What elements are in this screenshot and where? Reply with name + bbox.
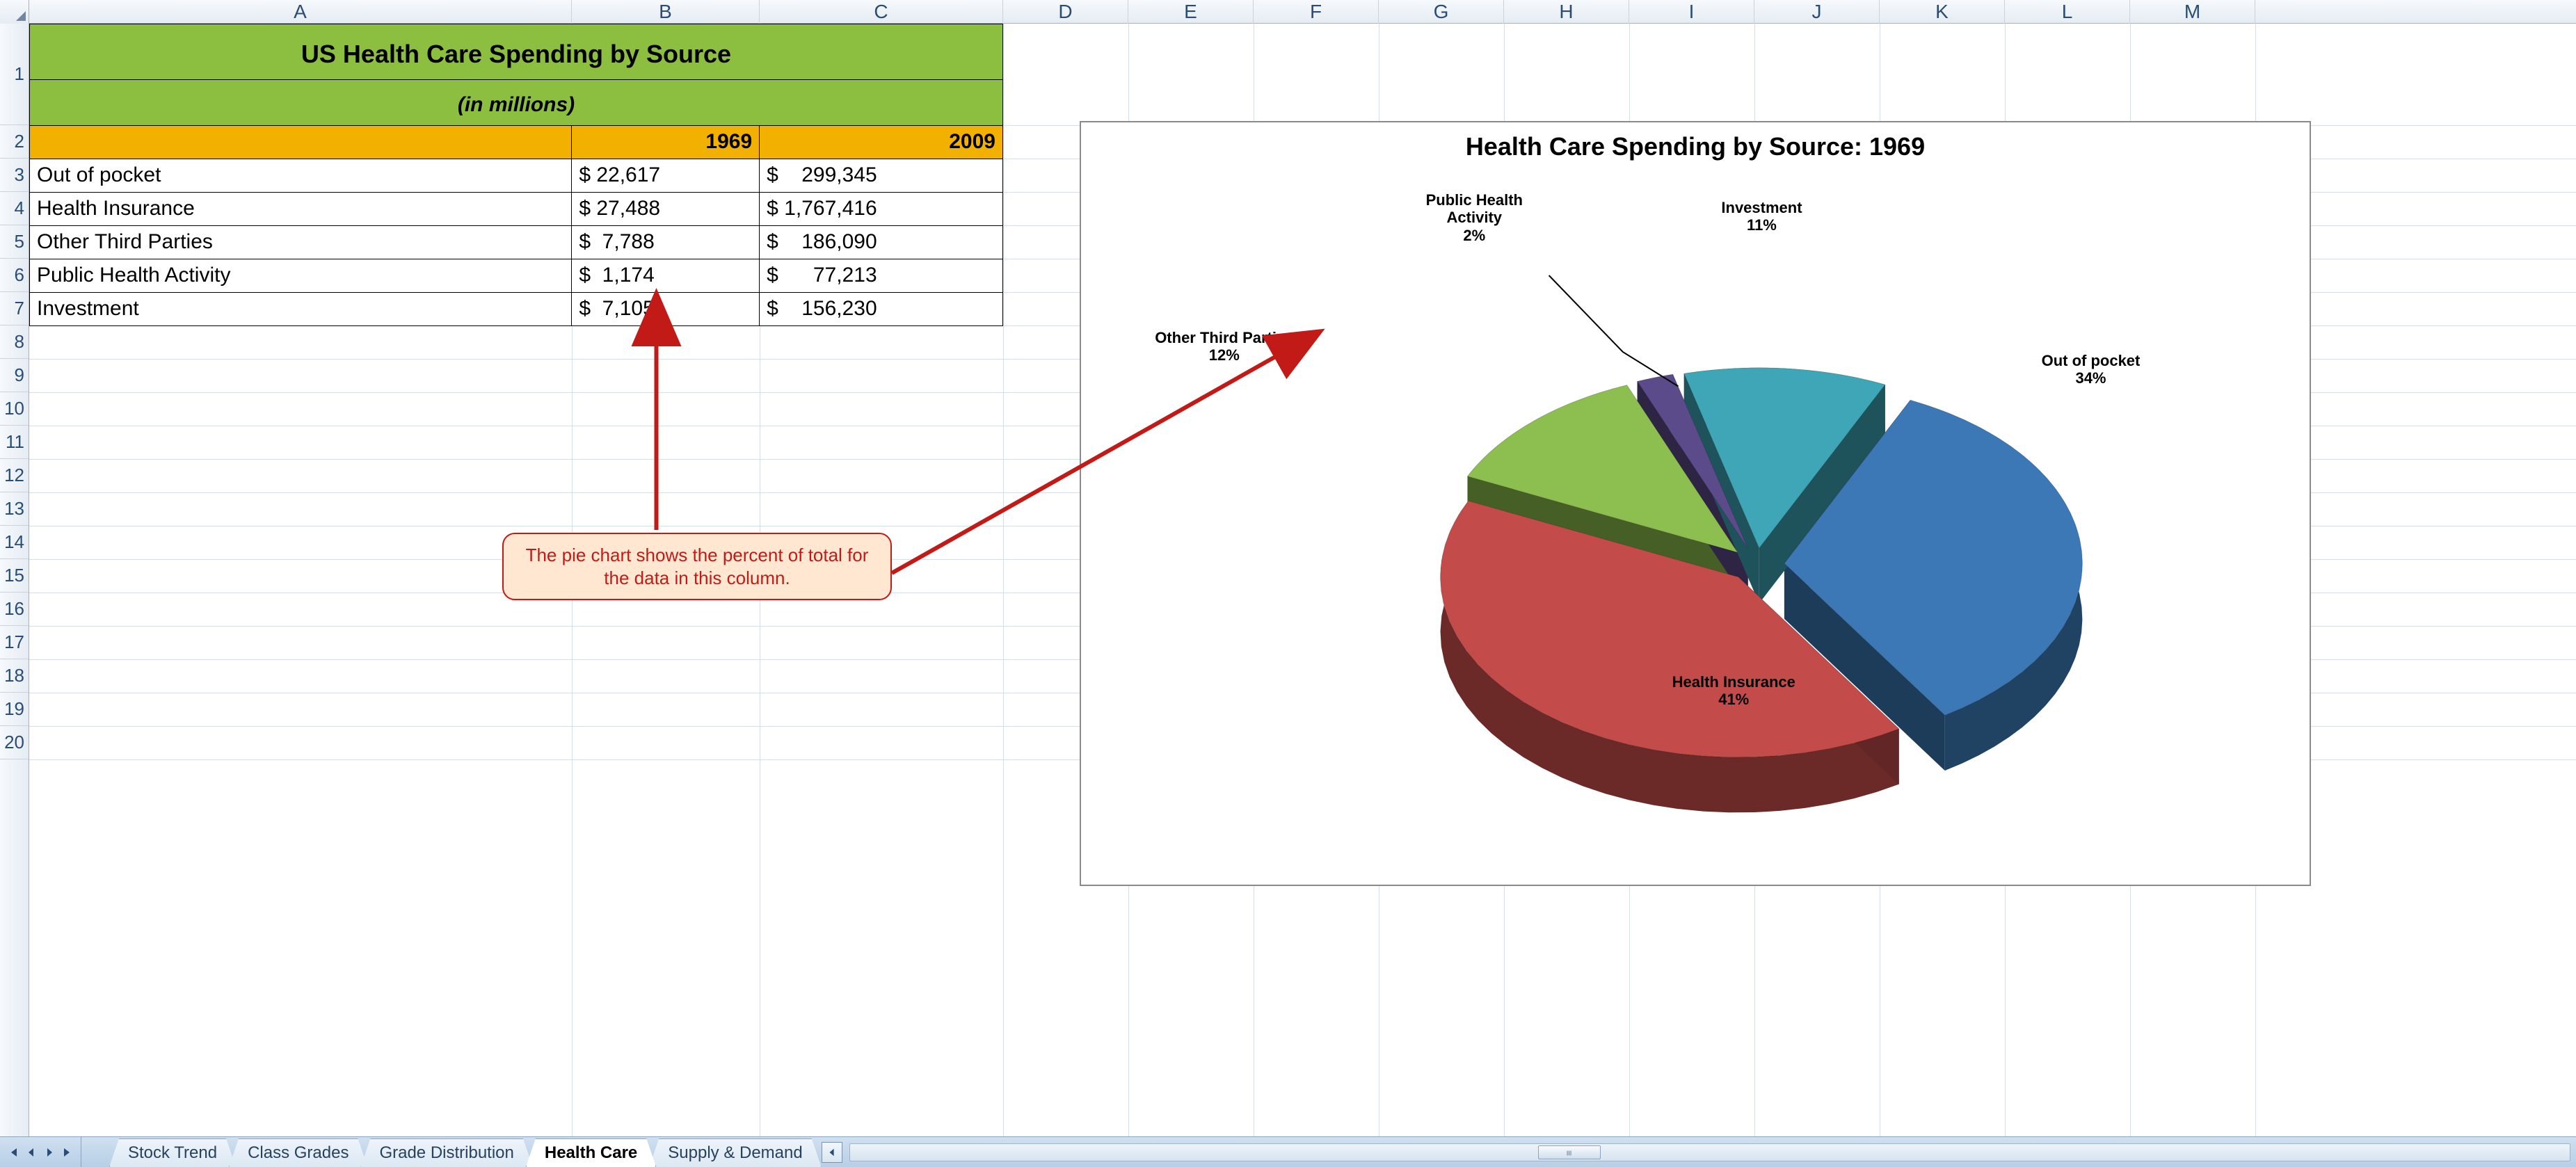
row-header-12[interactable]: 12 <box>0 459 29 492</box>
sheet-nav-buttons <box>0 1137 81 1167</box>
row-header-9[interactable]: 9 <box>0 359 29 392</box>
row-header-7[interactable]: 7 <box>0 292 29 325</box>
slice-label-other-third-parties: Other Third Parties 12% <box>1155 329 1293 364</box>
slice-label-health-insurance: Health Insurance 41% <box>1672 673 1795 709</box>
row-header-14[interactable]: 14 <box>0 526 29 559</box>
sheet-tab-health-care[interactable]: Health Care <box>526 1138 656 1167</box>
row-value-2009: $ 156,230 <box>760 292 1003 325</box>
column-header-G[interactable]: G <box>1379 0 1504 24</box>
table-row[interactable]: Out of pocket$ 22,617$ 299,345 <box>30 159 1003 192</box>
table-row[interactable]: Other Third Parties$ 7,788$ 186,090 <box>30 225 1003 259</box>
row-header-13[interactable]: 13 <box>0 492 29 526</box>
header-blank <box>30 125 572 159</box>
horizontal-scrollbar[interactable] <box>849 1143 2570 1161</box>
header-year-1: 1969 <box>572 125 760 159</box>
header-year-2: 2009 <box>760 125 1003 159</box>
row-label: Public Health Activity <box>30 259 572 292</box>
row-header-19[interactable]: 19 <box>0 693 29 726</box>
table-subtitle: (in millions) <box>30 80 1003 126</box>
column-header-I[interactable]: I <box>1629 0 1754 24</box>
column-header-A[interactable]: A <box>29 0 572 24</box>
annotation-callout: The pie chart shows the percent of total… <box>502 533 892 600</box>
row-header-8[interactable]: 8 <box>0 325 29 359</box>
row-value-1969: $ 1,174 <box>572 259 760 292</box>
worksheet-grid[interactable]: ABCDEFGHIJKLM 12345678910111213141516171… <box>0 0 2576 1136</box>
tabbar-scroll-area <box>815 1137 2576 1167</box>
sheet-nav-last-icon[interactable] <box>58 1141 77 1164</box>
tab-scroll-left-icon[interactable] <box>822 1142 842 1163</box>
workbook: ABCDEFGHIJKLM 12345678910111213141516171… <box>0 0 2576 1167</box>
cells-layer: US Health Care Spending by Source (in mi… <box>29 24 2576 1136</box>
sheet-tabs: Stock TrendClass GradesGrade Distributio… <box>81 1137 815 1167</box>
row-value-1969: $ 7,788 <box>572 225 760 259</box>
row-label: Out of pocket <box>30 159 572 192</box>
row-value-2009: $ 186,090 <box>760 225 1003 259</box>
row-header-15[interactable]: 15 <box>0 559 29 593</box>
row-header-2[interactable]: 2 <box>0 125 29 159</box>
row-value-1969: $ 22,617 <box>572 159 760 192</box>
row-value-1969: $ 27,488 <box>572 192 760 225</box>
column-header-E[interactable]: E <box>1128 0 1254 24</box>
column-header-H[interactable]: H <box>1504 0 1629 24</box>
row-header-11[interactable]: 11 <box>0 426 29 459</box>
sheet-tab-bar: Stock TrendClass GradesGrade Distributio… <box>0 1136 2576 1167</box>
row-header-3[interactable]: 3 <box>0 159 29 192</box>
row-value-2009: $ 77,213 <box>760 259 1003 292</box>
column-header-F[interactable]: F <box>1254 0 1379 24</box>
row-header-10[interactable]: 10 <box>0 392 29 426</box>
row-value-1969: $ 7,105 <box>572 292 760 325</box>
pie-chart[interactable]: Health Care Spending by Source: 1969 Out… <box>1080 121 2311 886</box>
slice-label-investment: Investment 11% <box>1721 199 1802 234</box>
table-row[interactable]: Public Health Activity$ 1,174$ 77,213 <box>30 259 1003 292</box>
row-label: Other Third Parties <box>30 225 572 259</box>
table-row[interactable]: Investment$ 7,105$ 156,230 <box>30 292 1003 325</box>
slice-label-out-of-pocket: Out of pocket 34% <box>2042 352 2141 387</box>
sheet-tab-class-grades[interactable]: Class Grades <box>229 1138 367 1167</box>
sheet-nav-next-icon[interactable] <box>40 1141 58 1164</box>
row-label: Health Insurance <box>30 192 572 225</box>
column-header-B[interactable]: B <box>572 0 760 24</box>
sheet-tab-supply-demand[interactable]: Supply & Demand <box>649 1138 821 1167</box>
column-header-J[interactable]: J <box>1754 0 1880 24</box>
column-headers: ABCDEFGHIJKLM <box>0 0 2576 24</box>
pie-chart-svg <box>1081 122 2310 885</box>
row-header-4[interactable]: 4 <box>0 192 29 225</box>
slice-label-public-health-activity: Public Health Activity 2% <box>1426 191 1523 244</box>
row-value-2009: $ 299,345 <box>760 159 1003 192</box>
column-header-D[interactable]: D <box>1003 0 1128 24</box>
data-table[interactable]: US Health Care Spending by Source (in mi… <box>29 24 1003 326</box>
row-header-16[interactable]: 16 <box>0 593 29 626</box>
sheet-tab-grade-distribution[interactable]: Grade Distribution <box>360 1138 532 1167</box>
sheet-tab-stock-trend[interactable]: Stock Trend <box>109 1138 236 1167</box>
select-all-corner[interactable] <box>0 0 29 24</box>
row-header-5[interactable]: 5 <box>0 225 29 259</box>
column-header-M[interactable]: M <box>2130 0 2255 24</box>
sheet-nav-prev-icon[interactable] <box>22 1141 40 1164</box>
column-header-C[interactable]: C <box>760 0 1003 24</box>
row-header-20[interactable]: 20 <box>0 726 29 759</box>
row-header-1[interactable]: 1 <box>0 24 29 125</box>
row-headers: 1234567891011121314151617181920 <box>0 24 29 1136</box>
row-header-17[interactable]: 17 <box>0 626 29 659</box>
table-title: US Health Care Spending by Source <box>30 24 1003 80</box>
row-label: Investment <box>30 292 572 325</box>
column-header-L[interactable]: L <box>2005 0 2130 24</box>
scrollbar-thumb[interactable] <box>1538 1145 1601 1159</box>
column-header-K[interactable]: K <box>1880 0 2005 24</box>
row-header-6[interactable]: 6 <box>0 259 29 292</box>
row-header-18[interactable]: 18 <box>0 659 29 693</box>
sheet-nav-first-icon[interactable] <box>4 1141 22 1164</box>
row-value-2009: $ 1,767,416 <box>760 192 1003 225</box>
table-row[interactable]: Health Insurance$ 27,488$ 1,767,416 <box>30 192 1003 225</box>
